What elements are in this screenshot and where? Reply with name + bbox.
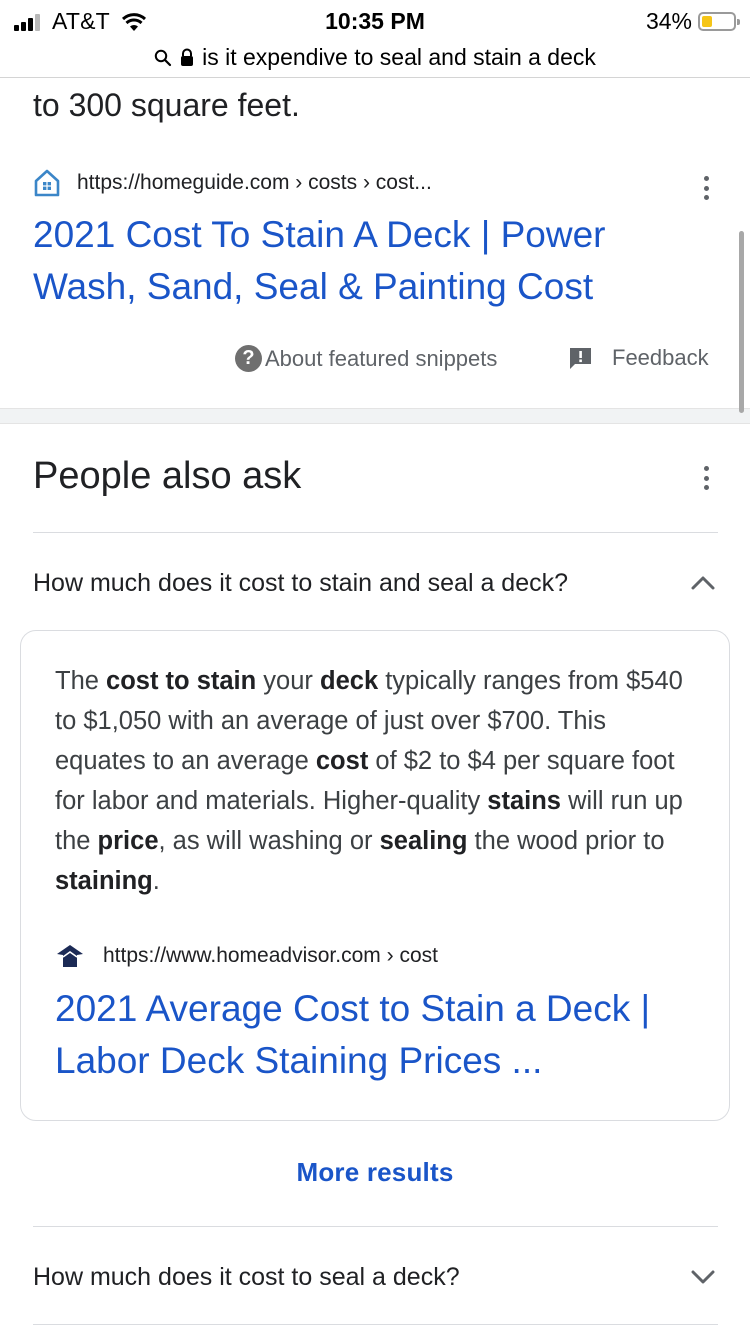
- feedback-button[interactable]: Feedback: [568, 345, 709, 371]
- feedback-label: Feedback: [612, 345, 709, 370]
- title-line-2: Wash, Sand, Seal & Painting Cost: [33, 266, 594, 307]
- feedback-icon: [570, 347, 591, 369]
- help-icon: ?: [235, 345, 262, 372]
- chevron-up-icon: [688, 568, 718, 598]
- about-featured-snippets-label: About featured snippets: [265, 345, 498, 371]
- chevron-down-icon: [688, 1262, 718, 1292]
- result-source[interactable]: https://homeguide.com › costs › cost...: [33, 168, 432, 198]
- question-text: How much does it cost to seal a deck?: [33, 1262, 460, 1291]
- answer-source-url: https://www.homeadvisor.com › cost: [103, 944, 438, 967]
- paa-question-collapsed[interactable]: How much does it cost to seal a deck?: [33, 1242, 718, 1312]
- answer-keyword: sealing: [379, 827, 468, 855]
- more-options-icon[interactable]: [694, 173, 718, 203]
- paa-more-options-icon[interactable]: [694, 463, 718, 493]
- answer-segment: the wood prior to: [467, 827, 665, 855]
- url-text: is it expendive to seal and stain a deck: [202, 44, 596, 70]
- answer-title-line-2: Labor Deck Staining Prices ...: [55, 1040, 543, 1081]
- paa-question-expanded[interactable]: How much does it cost to stain and seal …: [33, 548, 718, 618]
- answer-keyword: cost to stain: [106, 667, 257, 695]
- divider: [33, 532, 718, 533]
- question-text: How much does it cost to stain and seal …: [33, 568, 569, 597]
- snippet-text-tail: to 300 square feet.: [33, 87, 300, 123]
- title-line-1: 2021 Cost To Stain A Deck | Power: [33, 214, 606, 255]
- homeadvisor-favicon-icon: [57, 945, 83, 967]
- featured-result-title-link[interactable]: 2021 Cost To Stain A Deck | Power Wash, …: [33, 209, 713, 313]
- answer-keyword: price: [97, 827, 159, 855]
- answer-segment: your: [256, 667, 320, 695]
- snippet-footer: ? About featured snippets Feedback: [0, 345, 750, 375]
- answer-keyword: deck: [320, 667, 379, 695]
- answer-title-link[interactable]: 2021 Average Cost to Stain a Deck | Labo…: [55, 983, 705, 1087]
- answer-segment: .: [152, 867, 160, 895]
- answer-text: The cost to stain your deck typically ra…: [55, 661, 695, 901]
- more-results-link[interactable]: More results: [0, 1157, 750, 1188]
- source-url: https://homeguide.com › costs › cost...: [77, 171, 432, 194]
- clock: 10:35 PM: [325, 8, 425, 34]
- divider: [33, 1226, 718, 1227]
- section-separator: [0, 408, 750, 424]
- lock-icon: [180, 48, 194, 67]
- answer-segment: , as will washing or: [158, 827, 380, 855]
- divider: [33, 1324, 718, 1325]
- answer-source[interactable]: https://www.homeadvisor.com › cost: [55, 942, 438, 970]
- battery-icon: [698, 12, 740, 31]
- answer-keyword: staining: [55, 867, 153, 895]
- answer-segment: The: [55, 667, 107, 695]
- url-bar[interactable]: is it expendive to seal and stain a deck: [0, 38, 750, 78]
- search-icon: [154, 49, 172, 67]
- battery-percentage: 34%: [645, 8, 692, 34]
- answer-keyword: stains: [487, 787, 561, 815]
- about-featured-snippets-button[interactable]: ? About featured snippets: [235, 345, 497, 372]
- answer-keyword: cost: [315, 747, 369, 775]
- people-also-ask-heading: People also ask: [33, 455, 302, 497]
- status-bar: AT&T 10:35 PM 34%: [0, 0, 750, 40]
- homeguide-favicon-icon: [34, 169, 60, 197]
- answer-title-line-1: 2021 Average Cost to Stain a Deck |: [55, 988, 651, 1029]
- answer-card: The cost to stain your deck typically ra…: [20, 630, 730, 1121]
- scrollbar[interactable]: [739, 231, 744, 413]
